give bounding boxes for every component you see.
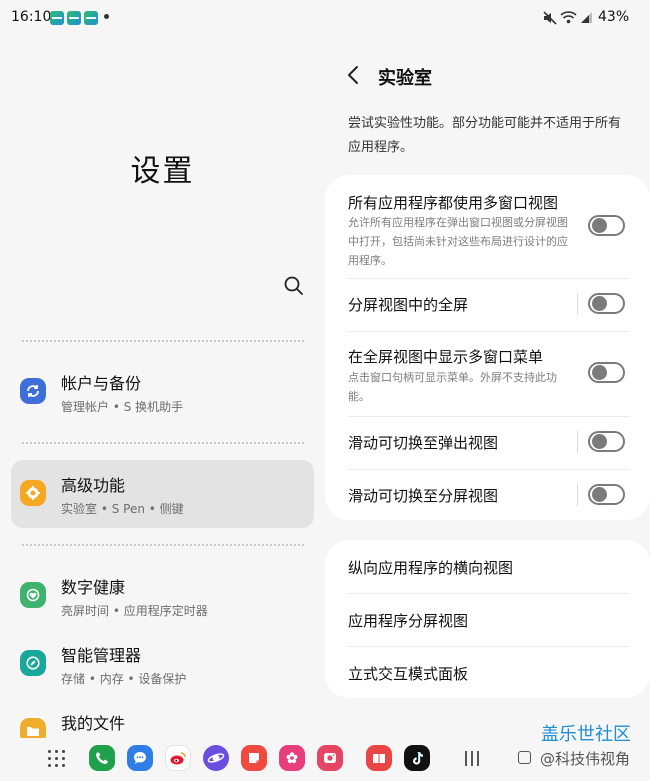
sync-icon xyxy=(20,378,46,404)
swipe-split-toggle[interactable] xyxy=(588,484,625,505)
link-row-portrait-landscape[interactable]: 纵向应用程序的横向视图 xyxy=(325,540,650,593)
battery-percent: 43% xyxy=(598,9,630,25)
toggle-row-fullscreen-split[interactable]: 分屏视图中的全屏 xyxy=(325,279,650,331)
wifi-icon xyxy=(560,11,577,24)
menu-item-title: 高级功能 xyxy=(61,476,126,495)
tiktok-icon[interactable] xyxy=(404,745,430,771)
reader-icon[interactable] xyxy=(366,745,392,771)
status-bar: 16:10 43% xyxy=(0,0,650,36)
messages-icon[interactable] xyxy=(127,745,153,771)
toggle-row-swipe-popup[interactable]: 滑动可切换至弹出视图 xyxy=(325,417,650,469)
settings-item-smart-manager[interactable]: 智能管理器 存储 • 内存 • 设备保护 xyxy=(11,630,314,698)
swipe-popup-toggle[interactable] xyxy=(588,431,625,452)
back-arrow-icon[interactable] xyxy=(344,64,364,86)
more-notifications-dot xyxy=(104,14,109,19)
compass-icon xyxy=(20,650,46,676)
link-row-title: 立式交互模式面板 xyxy=(348,665,469,683)
star-gear-icon xyxy=(20,480,46,506)
app-notification-icon xyxy=(50,11,64,25)
phone-icon[interactable] xyxy=(89,745,115,771)
toggle-row-title: 滑动可切换至弹出视图 xyxy=(348,434,499,452)
mute-icon xyxy=(543,11,557,25)
toggle-row-swipe-split[interactable]: 滑动可切换至分屏视图 xyxy=(325,470,650,520)
menu-item-title: 帐户与备份 xyxy=(61,374,142,393)
menu-item-title: 智能管理器 xyxy=(61,646,142,665)
lab-links-card: 纵向应用程序的横向视图 应用程序分屏视图 立式交互模式面板 xyxy=(325,540,650,698)
section-divider xyxy=(22,544,304,546)
toggle-row-title: 所有应用程序都使用多窗口视图 xyxy=(348,194,559,212)
folder-icon xyxy=(20,718,46,738)
status-indicators: 43% xyxy=(543,8,638,28)
gallery-icon[interactable] xyxy=(279,745,305,771)
menu-item-title: 数字健康 xyxy=(61,578,126,597)
menu-item-subtitle: 存储 • 内存 • 设备保护 xyxy=(61,672,187,686)
settings-item-accounts-backup[interactable]: 帐户与备份 管理帐户 • S 换机助手 xyxy=(11,358,314,426)
settings-title: 设置 xyxy=(130,154,195,189)
multiwindow-all-apps-toggle[interactable] xyxy=(588,215,625,236)
settings-item-digital-wellbeing[interactable]: 数字健康 亮屏时间 • 应用程序定时器 xyxy=(11,562,314,630)
multiwindow-menu-toggle[interactable] xyxy=(588,362,625,383)
vertical-divider xyxy=(577,293,578,315)
toggle-row-title: 滑动可切换至分屏视图 xyxy=(348,487,499,505)
menu-item-subtitle: 管理帐户 • S 换机助手 xyxy=(61,400,184,414)
home-button[interactable] xyxy=(518,751,531,764)
toggle-row-title: 在全屏视图中显示多窗口菜单 xyxy=(348,348,544,366)
toggle-row-description: 允许所有应用程序在弹出窗口视图或分屏视图中打开，包括尚未针对这些布局进行设计的应… xyxy=(348,216,568,267)
watermark-brand: 盖乐世社区 xyxy=(541,724,631,745)
menu-item-subtitle: 实验室 • S Pen • 侧键 xyxy=(61,502,184,516)
notes-icon[interactable] xyxy=(241,745,267,771)
link-row-flex-mode-panel[interactable]: 立式交互模式面板 xyxy=(325,647,650,698)
link-row-title: 应用程序分屏视图 xyxy=(348,612,469,630)
menu-item-subtitle: 亮屏时间 • 应用程序定时器 xyxy=(61,604,208,618)
section-divider xyxy=(22,442,304,444)
recents-button[interactable] xyxy=(464,751,480,766)
link-row-app-split-view[interactable]: 应用程序分屏视图 xyxy=(325,594,650,646)
status-time: 16:10 xyxy=(11,9,52,25)
vertical-divider xyxy=(577,431,578,453)
link-row-title: 纵向应用程序的横向视图 xyxy=(348,559,514,577)
page-title: 实验室 xyxy=(378,68,432,89)
toggle-row-multiwindow-menu[interactable]: 在全屏视图中显示多窗口菜单 点击窗口句柄可显示菜单。外屏不支持此功能。 xyxy=(325,332,650,416)
internet-icon[interactable] xyxy=(203,745,229,771)
camera-icon[interactable] xyxy=(317,745,343,771)
toggle-row-description: 点击窗口句柄可显示菜单。外屏不支持此功能。 xyxy=(348,371,557,403)
vertical-divider xyxy=(577,484,578,506)
watermark-author: @科技伟视角 xyxy=(540,750,631,768)
fullscreen-split-toggle[interactable] xyxy=(588,293,625,314)
section-divider xyxy=(22,340,304,342)
settings-item-my-files[interactable]: 我的文件 xyxy=(11,698,314,738)
toggle-row-multiwindow-all-apps[interactable]: 所有应用程序都使用多窗口视图 允许所有应用程序在弹出窗口视图或分屏视图中打开，包… xyxy=(325,175,650,278)
weibo-icon[interactable] xyxy=(165,745,191,771)
app-notification-icon xyxy=(67,11,81,25)
signal-icon xyxy=(581,12,592,23)
experimental-toggles-card: 所有应用程序都使用多窗口视图 允许所有应用程序在弹出窗口视图或分屏视图中打开，包… xyxy=(325,175,650,520)
settings-item-advanced-features[interactable]: 高级功能 实验室 • S Pen • 侧键 xyxy=(11,460,314,528)
toggle-row-title: 分屏视图中的全屏 xyxy=(348,296,469,314)
heart-icon xyxy=(20,582,46,608)
app-notification-icon xyxy=(84,11,98,25)
menu-item-title: 我的文件 xyxy=(61,714,126,733)
labs-description: 尝试实验性功能。部分功能可能并不适用于所有应用程序。 xyxy=(348,116,622,155)
search-icon[interactable] xyxy=(282,274,306,298)
apps-grid-icon[interactable] xyxy=(48,750,65,767)
